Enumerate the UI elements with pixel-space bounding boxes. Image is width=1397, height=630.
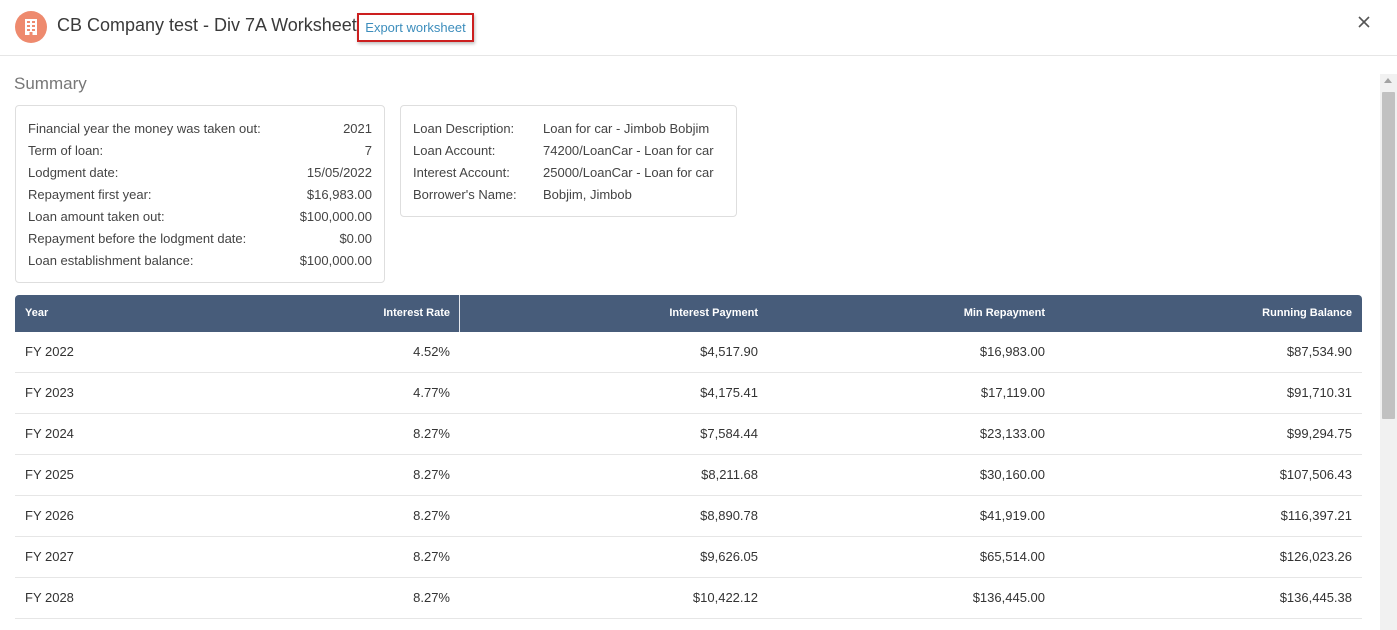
cell-running-balance: $91,710.31 bbox=[1286, 385, 1352, 400]
detail-value: $16,983.00 bbox=[306, 187, 372, 202]
loan-info-value: Loan for car - Jimbob Bobjim bbox=[543, 121, 710, 136]
detail-label: Repayment before the lodgment date: bbox=[28, 231, 247, 246]
table-row: FY 2024 8.27% $7,584.44 $23,133.00 $99,2… bbox=[15, 414, 1362, 455]
detail-label: Lodgment date: bbox=[28, 165, 119, 180]
cell-year: FY 2027 bbox=[25, 549, 74, 564]
loan-info-label: Loan Account: bbox=[413, 143, 496, 158]
column-header-min-repayment[interactable]: Min Repayment bbox=[964, 295, 1045, 332]
cell-interest-rate: 8.27% bbox=[413, 549, 450, 564]
column-header-interest-payment[interactable]: Interest Payment bbox=[669, 295, 758, 332]
cell-min-repayment: $41,919.00 bbox=[979, 508, 1045, 523]
cell-interest-rate: 8.27% bbox=[413, 590, 450, 605]
cell-interest-rate: 8.27% bbox=[413, 508, 450, 523]
table-row: FY 2026 8.27% $8,890.78 $41,919.00 $116,… bbox=[15, 496, 1362, 537]
cell-year: FY 2022 bbox=[25, 344, 74, 359]
detail-label: Repayment first year: bbox=[28, 187, 152, 202]
cell-min-repayment: $65,514.00 bbox=[979, 549, 1045, 564]
cell-interest-payment: $7,584.44 bbox=[700, 426, 758, 441]
loan-info-value: 25000/LoanCar - Loan for car bbox=[543, 165, 714, 180]
loan-info-row: Loan Account: 74200/LoanCar - Loan for c… bbox=[413, 143, 724, 163]
table-header: Year Interest Rate Interest Payment Min … bbox=[15, 295, 1362, 332]
loan-info-card: Loan Description: Loan for car - Jimbob … bbox=[400, 105, 737, 217]
summary-title: Summary bbox=[14, 74, 87, 93]
cell-min-repayment: $17,119.00 bbox=[980, 385, 1045, 400]
detail-row: Loan establishment balance: $100,000.00 bbox=[28, 253, 372, 273]
detail-label: Loan amount taken out: bbox=[28, 209, 165, 224]
detail-row: Repayment before the lodgment date: $0.0… bbox=[28, 231, 372, 251]
column-header-running-balance[interactable]: Running Balance bbox=[1262, 295, 1352, 332]
detail-label: Loan establishment balance: bbox=[28, 253, 194, 268]
cell-running-balance: $107,506.43 bbox=[1279, 467, 1352, 482]
column-header-year[interactable]: Year bbox=[25, 295, 48, 332]
detail-row: Financial year the money was taken out: … bbox=[28, 121, 372, 141]
export-worksheet-button[interactable]: Export worksheet bbox=[357, 13, 474, 42]
detail-row: Loan amount taken out: $100,000.00 bbox=[28, 209, 372, 229]
cell-interest-payment: $8,211.68 bbox=[701, 467, 758, 482]
cell-year: FY 2025 bbox=[25, 467, 74, 482]
vertical-scrollbar[interactable] bbox=[1380, 74, 1397, 630]
cell-interest-payment: $8,890.78 bbox=[700, 508, 758, 523]
column-divider[interactable] bbox=[459, 295, 460, 332]
cell-running-balance: $116,397.21 bbox=[1280, 508, 1352, 523]
cell-running-balance: $87,534.90 bbox=[1286, 344, 1352, 359]
modal-header: CB Company test - Div 7A Worksheet Expor… bbox=[0, 0, 1397, 56]
detail-value: 15/05/2022 bbox=[306, 165, 372, 180]
detail-value: $0.00 bbox=[339, 231, 372, 246]
building-icon bbox=[15, 11, 47, 43]
cell-year: FY 2023 bbox=[25, 385, 74, 400]
summary-details-card: Financial year the money was taken out: … bbox=[15, 105, 385, 283]
cell-min-repayment: $30,160.00 bbox=[979, 467, 1045, 482]
loan-info-row: Loan Description: Loan for car - Jimbob … bbox=[413, 121, 724, 141]
table-row: FY 2027 8.27% $9,626.05 $65,514.00 $126,… bbox=[15, 537, 1362, 578]
detail-row: Lodgment date: 15/05/2022 bbox=[28, 165, 372, 185]
cell-min-repayment: $16,983.00 bbox=[979, 344, 1045, 359]
table-row: FY 2025 8.27% $8,211.68 $30,160.00 $107,… bbox=[15, 455, 1362, 496]
cell-interest-rate: 8.27% bbox=[413, 426, 450, 441]
table-row: FY 2028 8.27% $10,422.12 $136,445.00 $13… bbox=[15, 578, 1362, 619]
cell-running-balance: $126,023.26 bbox=[1279, 549, 1352, 564]
detail-value: 2021 bbox=[343, 121, 372, 136]
cell-interest-rate: 8.27% bbox=[413, 467, 450, 482]
loan-schedule-table: Year Interest Rate Interest Payment Min … bbox=[15, 295, 1362, 619]
detail-row: Repayment first year: $16,983.00 bbox=[28, 187, 372, 207]
column-header-interest-rate[interactable]: Interest Rate bbox=[383, 295, 450, 332]
loan-info-label: Borrower's Name: bbox=[413, 187, 517, 202]
table-row: FY 2023 4.77% $4,175.41 $17,119.00 $91,7… bbox=[15, 373, 1362, 414]
loan-info-value: Bobjim, Jimbob bbox=[543, 187, 632, 202]
loan-info-label: Interest Account: bbox=[413, 165, 510, 180]
loan-info-row: Interest Account: 25000/LoanCar - Loan f… bbox=[413, 165, 724, 185]
detail-label: Financial year the money was taken out: bbox=[28, 121, 261, 136]
detail-label: Term of loan: bbox=[28, 143, 104, 158]
cell-year: FY 2028 bbox=[25, 590, 74, 605]
loan-info-label: Loan Description: bbox=[413, 121, 515, 136]
cell-year: FY 2026 bbox=[25, 508, 74, 523]
detail-row: Term of loan: 7 bbox=[28, 143, 372, 163]
cell-year: FY 2024 bbox=[25, 426, 74, 441]
cell-min-repayment: $23,133.00 bbox=[979, 426, 1045, 441]
detail-value: $100,000.00 bbox=[299, 253, 372, 268]
loan-info-value: 74200/LoanCar - Loan for car bbox=[543, 143, 714, 158]
scroll-up-arrow-icon[interactable] bbox=[1384, 78, 1392, 83]
cell-interest-payment: $4,517.90 bbox=[700, 344, 758, 359]
cell-running-balance: $136,445.38 bbox=[1279, 590, 1352, 605]
loan-info-row: Borrower's Name: Bobjim, Jimbob bbox=[413, 187, 724, 207]
cell-interest-payment: $10,422.12 bbox=[692, 590, 758, 605]
detail-value: $100,000.00 bbox=[299, 209, 372, 224]
cell-interest-rate: 4.52% bbox=[413, 344, 450, 359]
table-row: FY 2022 4.52% $4,517.90 $16,983.00 $87,5… bbox=[15, 332, 1362, 373]
detail-value: 7 bbox=[364, 143, 372, 158]
cell-min-repayment: $136,445.00 bbox=[972, 590, 1045, 605]
cell-interest-payment: $9,626.05 bbox=[700, 549, 758, 564]
cell-running-balance: $99,294.75 bbox=[1286, 426, 1352, 441]
cell-interest-rate: 4.77% bbox=[413, 385, 450, 400]
scrollbar-thumb[interactable] bbox=[1382, 92, 1395, 419]
close-icon[interactable] bbox=[1356, 14, 1372, 30]
cell-interest-payment: $4,175.41 bbox=[700, 385, 758, 400]
page-title: CB Company test - Div 7A Worksheet bbox=[57, 15, 357, 35]
